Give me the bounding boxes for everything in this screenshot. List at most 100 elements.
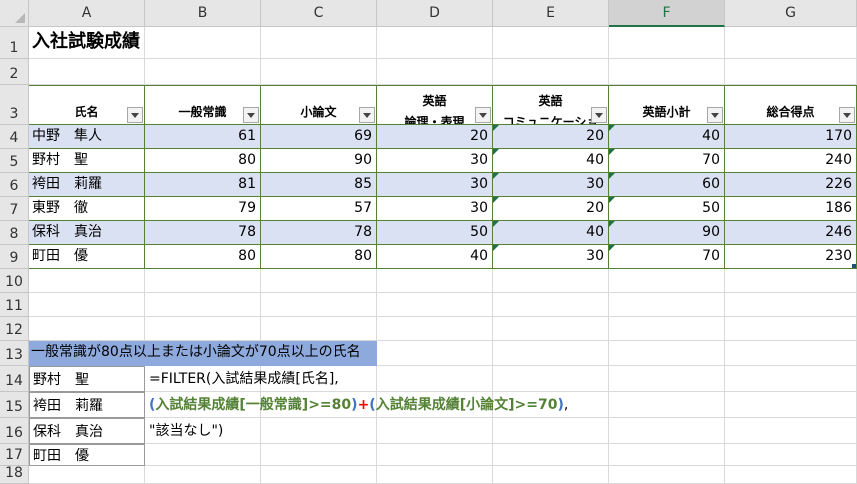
cell[interactable] (145, 444, 261, 466)
score-cell[interactable]: 61 (145, 125, 261, 149)
cell[interactable] (377, 317, 493, 341)
score-cell[interactable]: 20 (493, 125, 609, 149)
cell[interactable] (29, 466, 145, 484)
cell[interactable] (377, 341, 493, 366)
filter-result-cell[interactable]: 袴田 莉羅 (29, 392, 145, 418)
cell[interactable] (725, 418, 857, 444)
score-cell[interactable]: 40 (377, 245, 493, 269)
error-indicator-icon[interactable] (609, 197, 615, 203)
filter-dropdown-icon[interactable] (707, 107, 723, 123)
table-header-1[interactable]: 一般常識 (145, 85, 261, 125)
name-cell[interactable]: 袴田 莉羅 (29, 173, 145, 197)
score-cell[interactable]: 81 (145, 173, 261, 197)
cell[interactable] (493, 59, 609, 85)
table-header-6[interactable]: 総合得点 (725, 85, 857, 125)
score-cell[interactable]: 80 (145, 149, 261, 173)
error-indicator-icon[interactable] (609, 221, 615, 227)
error-indicator-icon[interactable] (609, 125, 615, 131)
cell[interactable] (377, 269, 493, 293)
row-header-4[interactable]: 4 (0, 125, 29, 149)
page-title[interactable]: 入社試験成績 (29, 27, 261, 59)
score-cell[interactable]: 40 (493, 221, 609, 245)
cell[interactable] (725, 317, 857, 341)
cell[interactable] (493, 444, 609, 466)
cell[interactable] (493, 317, 609, 341)
row-header-16[interactable]: 16 (0, 418, 29, 444)
score-cell[interactable]: 40 (609, 125, 725, 149)
score-cell[interactable]: 70 (609, 245, 725, 269)
score-cell[interactable]: 226 (725, 173, 857, 197)
cell[interactable] (261, 269, 377, 293)
cell[interactable] (377, 293, 493, 317)
cell[interactable] (609, 293, 725, 317)
filter-formula[interactable]: =FILTER(入試結果成績[氏名], (入試結果成績[一般常識]>=80)+(入… (149, 366, 568, 444)
score-cell[interactable]: 30 (493, 173, 609, 197)
score-cell[interactable]: 57 (261, 197, 377, 221)
cell[interactable] (725, 269, 857, 293)
name-cell[interactable]: 野村 聖 (29, 149, 145, 173)
row-header-17[interactable]: 17 (0, 444, 29, 466)
cell[interactable] (493, 27, 609, 59)
error-indicator-icon[interactable] (609, 173, 615, 179)
error-indicator-icon[interactable] (493, 197, 499, 203)
cell[interactable] (261, 27, 377, 59)
error-indicator-icon[interactable] (493, 245, 499, 251)
cell[interactable] (725, 341, 857, 366)
row-header-10[interactable]: 10 (0, 269, 29, 293)
cell[interactable] (725, 392, 857, 418)
cell[interactable] (261, 317, 377, 341)
score-cell[interactable]: 30 (377, 197, 493, 221)
cell[interactable] (609, 418, 725, 444)
cell[interactable] (609, 444, 725, 466)
error-indicator-icon[interactable] (493, 125, 499, 131)
score-cell[interactable]: 60 (609, 173, 725, 197)
score-cell[interactable]: 50 (609, 197, 725, 221)
cell[interactable] (609, 317, 725, 341)
table-header-4[interactable]: 英語 コミュニケーショ (493, 85, 609, 125)
score-cell[interactable]: 30 (377, 173, 493, 197)
row-header-14[interactable]: 14 (0, 366, 29, 392)
score-cell[interactable]: 20 (377, 125, 493, 149)
cell[interactable] (377, 59, 493, 85)
filter-result-cell[interactable]: 野村 聖 (29, 366, 145, 392)
cell[interactable] (725, 59, 857, 85)
row-header-6[interactable]: 6 (0, 173, 29, 197)
cell[interactable] (725, 27, 857, 59)
row-header-13[interactable]: 13 (0, 341, 29, 366)
name-cell[interactable]: 東野 徹 (29, 197, 145, 221)
table-header-5[interactable]: 英語小計 (609, 85, 725, 125)
score-cell[interactable]: 90 (261, 149, 377, 173)
cell-grid[interactable]: 入社試験成績 氏名 一般常識 小論文 英語 論理・表現 英語 コミュニケーショ 英語小計 総合得点… (29, 27, 857, 484)
score-cell[interactable]: 78 (261, 221, 377, 245)
error-indicator-icon[interactable] (609, 149, 615, 155)
score-cell[interactable]: 79 (145, 197, 261, 221)
error-indicator-icon[interactable] (493, 173, 499, 179)
cell[interactable] (377, 444, 493, 466)
score-cell[interactable]: 186 (725, 197, 857, 221)
name-cell[interactable]: 町田 優 (29, 245, 145, 269)
score-cell[interactable]: 246 (725, 221, 857, 245)
score-cell[interactable]: 85 (261, 173, 377, 197)
filter-dropdown-icon[interactable] (839, 107, 855, 123)
name-cell[interactable]: 保科 真治 (29, 221, 145, 245)
filter-dropdown-icon[interactable] (127, 107, 143, 123)
cell[interactable] (145, 466, 261, 484)
cell[interactable] (609, 59, 725, 85)
score-cell[interactable]: 50 (377, 221, 493, 245)
score-cell[interactable]: 70 (609, 149, 725, 173)
row-header-3[interactable]: 3 (0, 85, 29, 125)
error-indicator-icon[interactable] (493, 221, 499, 227)
row-header-8[interactable]: 8 (0, 221, 29, 245)
row-header-18[interactable]: 18 (0, 465, 29, 484)
column-header-d[interactable]: D (377, 0, 493, 27)
row-header-2[interactable]: 2 (0, 59, 29, 85)
cell[interactable] (29, 317, 145, 341)
score-cell[interactable]: 78 (145, 221, 261, 245)
column-header-b[interactable]: B (145, 0, 261, 27)
row-header-9[interactable]: 9 (0, 245, 29, 269)
error-indicator-icon[interactable] (609, 245, 615, 251)
cell[interactable] (261, 293, 377, 317)
row-header-11[interactable]: 11 (0, 293, 29, 317)
column-header-e[interactable]: E (493, 0, 609, 27)
column-header-f[interactable]: F (609, 0, 725, 27)
